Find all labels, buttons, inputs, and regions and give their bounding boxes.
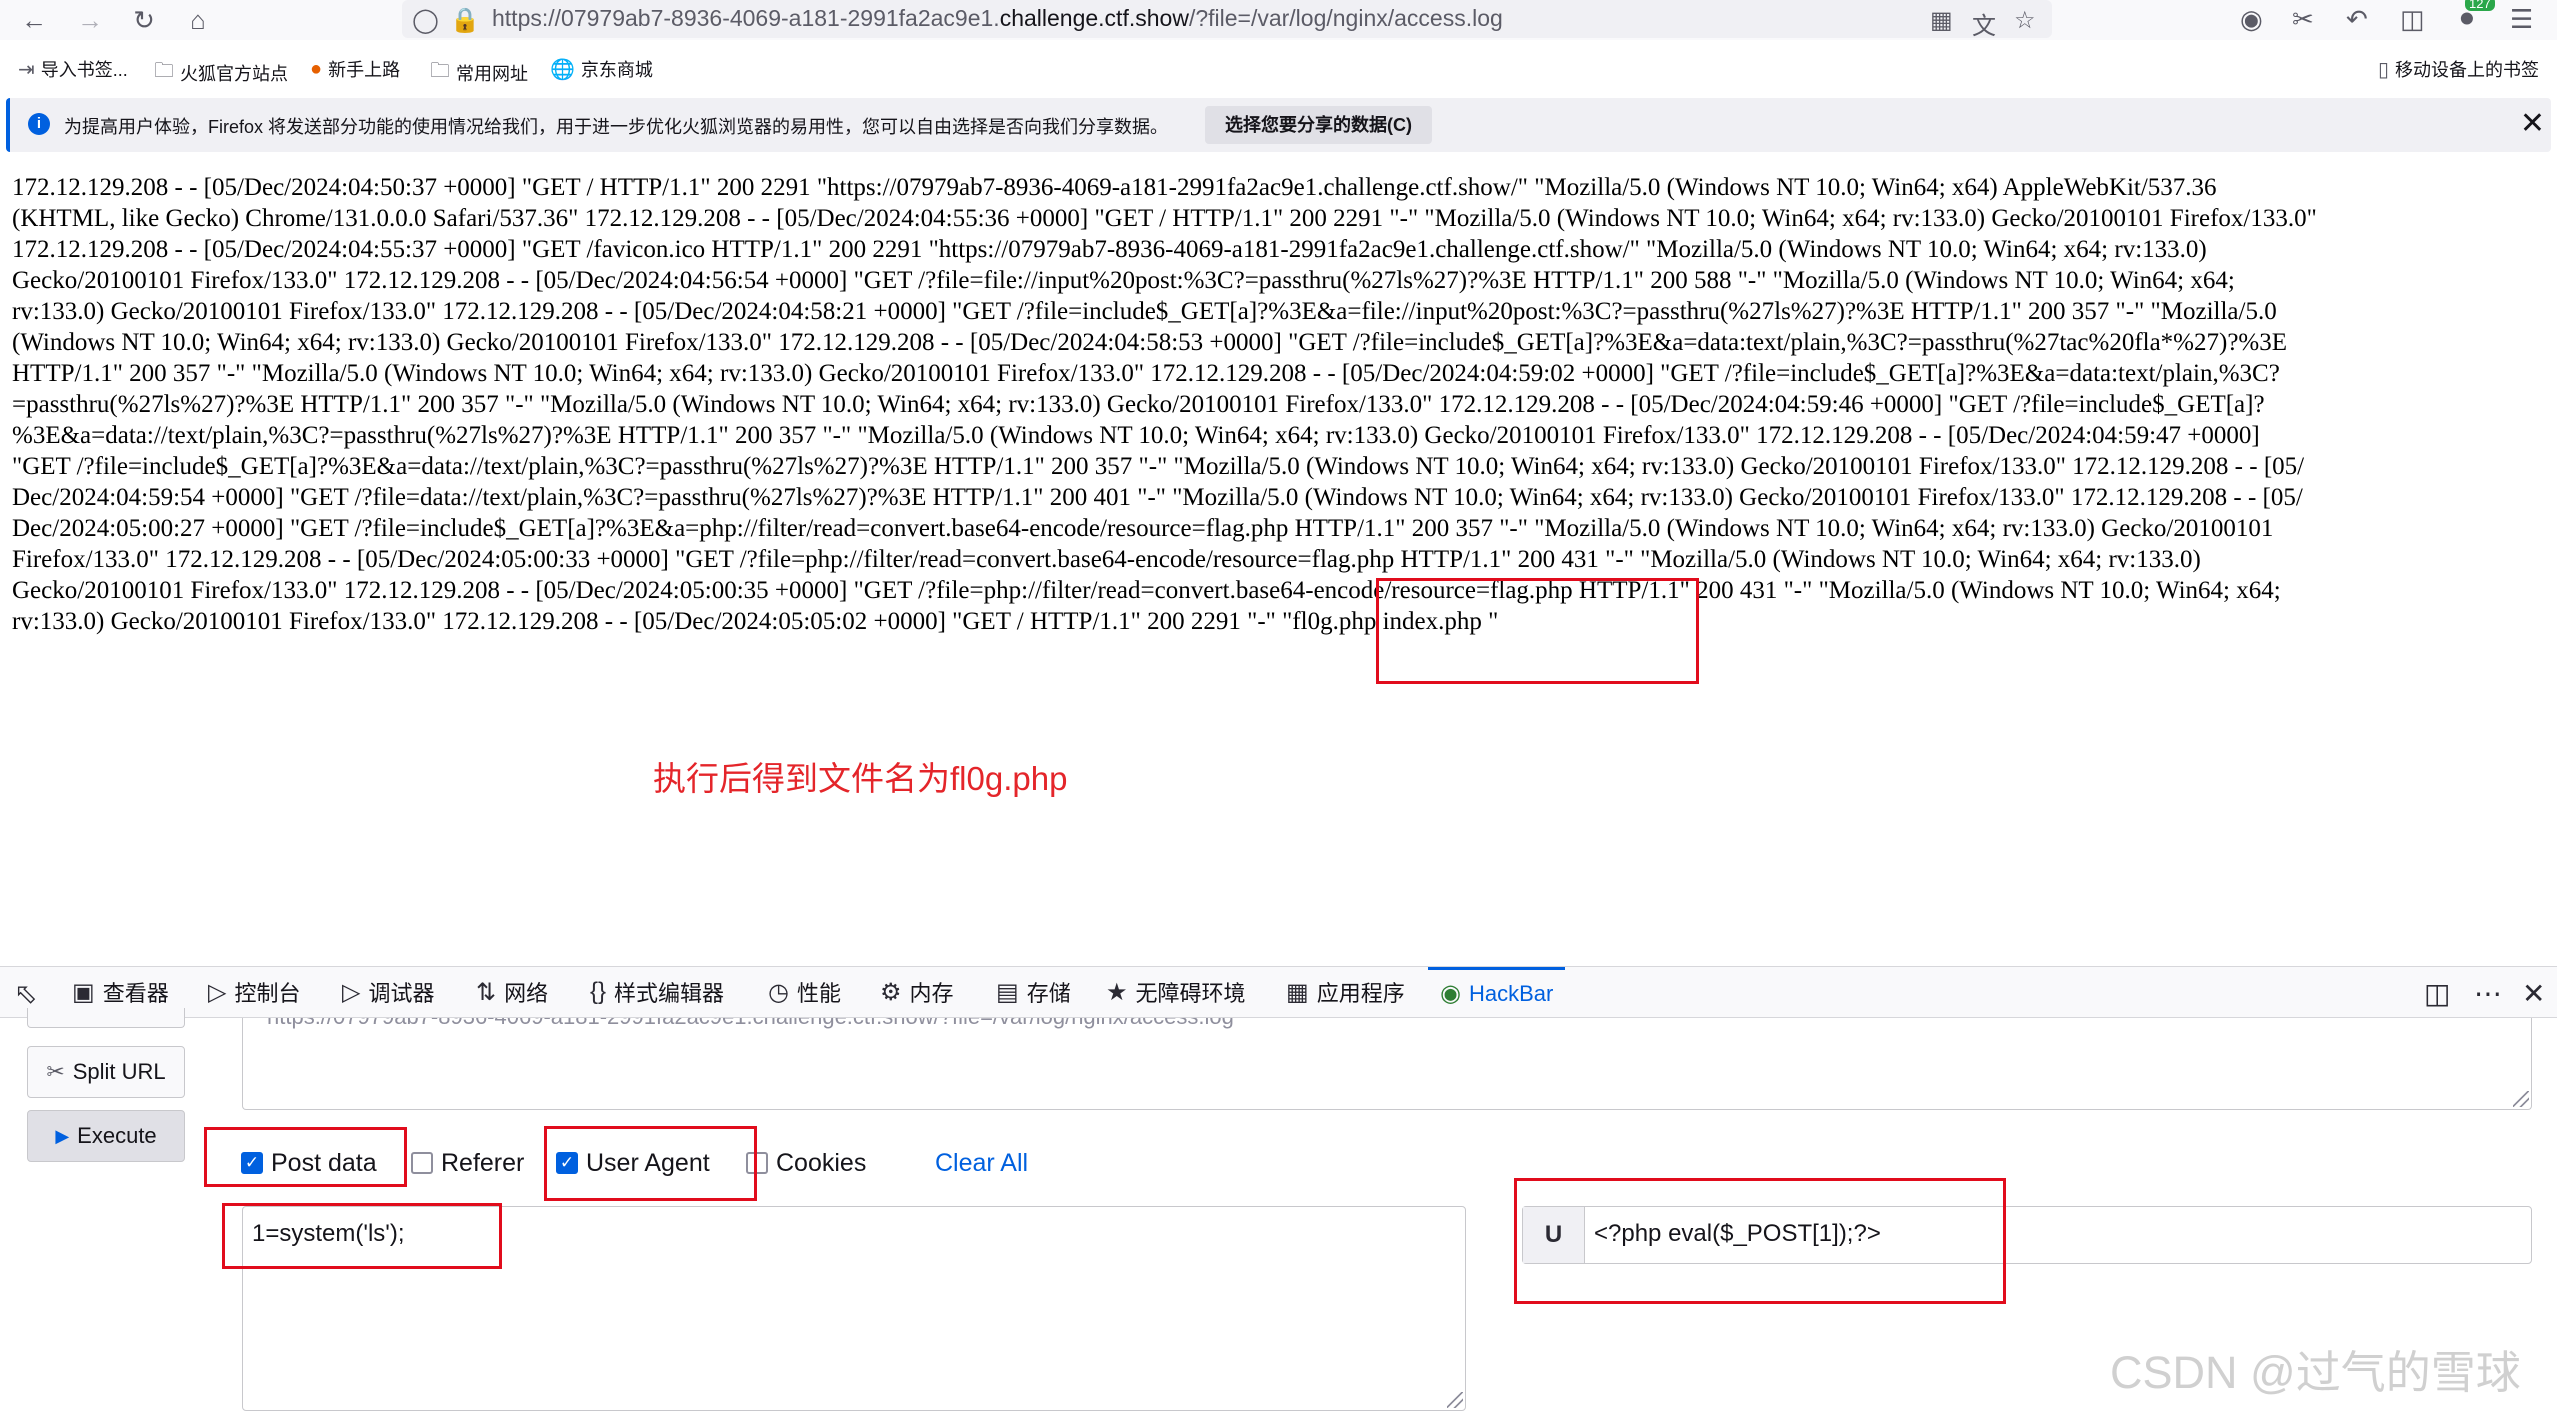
braces-icon: {} bbox=[590, 978, 607, 1005]
split-url-button[interactable]: ✂ Split URL bbox=[27, 1046, 185, 1098]
tab-storage[interactable]: ▤ 存储 bbox=[996, 967, 1071, 1017]
reload-icon[interactable]: ↻ bbox=[126, 2, 162, 38]
clear-all-link[interactable]: Clear All bbox=[935, 1146, 1028, 1180]
network-icon: ⇅ bbox=[476, 978, 497, 1006]
extension-badge: 127 bbox=[2465, 0, 2495, 11]
debugger-icon: ▷ bbox=[342, 978, 361, 1006]
mobile-icon: ▯ bbox=[2378, 58, 2390, 81]
account-icon[interactable]: ◉ bbox=[2240, 4, 2263, 35]
notification-bar: i 为提高用户体验，Firefox 将发送部分功能的使用情况给我们，用于进一步优… bbox=[6, 98, 2551, 152]
tab-performance[interactable]: ◷ 性能 bbox=[768, 967, 841, 1017]
tab-style-editor[interactable]: {} 样式编辑器 bbox=[590, 967, 724, 1017]
folder-icon: 🗀 bbox=[154, 60, 174, 82]
log-line: Firefox/133.0" 172.12.129.208 - - [05/De… bbox=[12, 546, 2201, 573]
undo-icon[interactable]: ↶ bbox=[2346, 4, 2368, 35]
log-line: HTTP/1.1" 200 357 "-" "Mozilla/5.0 (Wind… bbox=[12, 360, 2280, 387]
info-icon: i bbox=[28, 113, 50, 135]
execute-button[interactable]: ▶ Execute bbox=[27, 1110, 185, 1162]
folder-icon: 🗀 bbox=[430, 60, 450, 82]
highlight-box-post-data bbox=[204, 1127, 407, 1187]
log-line: %3E&a=data://text/plain,%3C?=passthru(%2… bbox=[12, 422, 2260, 449]
accessibility-icon: ★ bbox=[1106, 978, 1128, 1006]
checkbox-icon[interactable] bbox=[411, 1152, 433, 1174]
more-options-icon[interactable]: ⋯ bbox=[2474, 977, 2502, 1010]
url-text[interactable]: https://07979ab7-8936-4069-a181-2991fa2a… bbox=[492, 5, 1503, 32]
tab-memory[interactable]: ⚙ 内存 bbox=[880, 967, 954, 1017]
forward-arrow-icon[interactable]: → bbox=[72, 2, 108, 38]
tab-accessibility[interactable]: ★ 无障碍环境 bbox=[1106, 967, 1246, 1017]
bookmarks-bar: ⇥ 导入书签... 🗀 火狐官方站点 ● 新手上路 🗀 常用网址 🌐 京东商城 ▯ 移动设备… bbox=[0, 52, 2557, 86]
share-data-button[interactable]: 选择您要分享的数据(C) bbox=[1205, 106, 1432, 144]
tab-network[interactable]: ⇅ 网络 bbox=[476, 967, 548, 1017]
inspector-icon: ▣ bbox=[72, 978, 95, 1006]
bookmark-getting-started[interactable]: ● 新手上路 bbox=[310, 56, 400, 82]
mobile-bookmarks[interactable]: ▯ 移动设备上的书签 bbox=[2378, 56, 2539, 82]
lock-icon[interactable]: 🔒 bbox=[450, 6, 480, 35]
log-line: (KHTML, like Gecko) Chrome/131.0.0.0 Saf… bbox=[12, 205, 2317, 232]
hackbar-icon: ◉ bbox=[1440, 980, 1461, 1007]
access-log-text: 172.12.129.208 - - [05/Dec/2024:04:50:37… bbox=[12, 172, 2552, 637]
menu-icon[interactable]: ☰ bbox=[2510, 4, 2533, 35]
log-line: Dec/2024:05:00:27 +0000] "GET /?file=inc… bbox=[12, 515, 2274, 542]
log-line: 172.12.129.208 - - [05/Dec/2024:04:50:37… bbox=[12, 174, 2217, 201]
highlight-box-user-agent bbox=[544, 1126, 757, 1201]
log-line: (Windows NT 10.0; Win64; x64; rv:133.0) … bbox=[12, 329, 2288, 356]
qr-code-icon[interactable]: ▦ bbox=[1930, 6, 1953, 35]
annotation-text: 执行后得到文件名为fl0g.php bbox=[653, 760, 1068, 797]
option-referer[interactable]: Referer bbox=[411, 1146, 524, 1180]
watermark: CSDN @过气的雪球 bbox=[2110, 1347, 2521, 1398]
url-bar[interactable]: ◯ 🔒 https://07979ab7-8936-4069-a181-2991… bbox=[402, 0, 2052, 41]
resize-grip-icon[interactable] bbox=[2513, 1091, 2529, 1107]
globe-icon: 🌐 bbox=[550, 58, 575, 81]
log-line: rv:133.0) Gecko/20100101 Firefox/133.0" … bbox=[12, 298, 2277, 325]
log-line: Gecko/20100101 Firefox/133.0" 172.12.129… bbox=[12, 577, 2281, 604]
tab-hackbar[interactable]: ◉ HackBar bbox=[1428, 967, 1566, 1017]
log-line: rv:133.0) Gecko/20100101 Firefox/133.0" … bbox=[12, 608, 1499, 635]
bookmark-firefox-site[interactable]: 🗀 火狐官方站点 bbox=[154, 56, 288, 90]
log-line: Dec/2024:04:59:54 +0000] "GET /?file=dat… bbox=[12, 484, 2303, 511]
resize-grip-icon[interactable] bbox=[1447, 1392, 1463, 1408]
notification-text: 为提高用户体验，Firefox 将发送部分功能的使用情况给我们，用于进一步优化火… bbox=[64, 117, 1169, 137]
crop-icon[interactable]: ✂ bbox=[2292, 4, 2314, 35]
log-line: =passthru(%27ls%27)?%3E HTTP/1.1" 200 35… bbox=[12, 391, 2265, 418]
close-icon[interactable]: ✕ bbox=[2520, 106, 2545, 141]
memory-icon: ⚙ bbox=[880, 978, 902, 1006]
split-icon: ✂ bbox=[46, 1059, 65, 1084]
load-url-button[interactable] bbox=[27, 1008, 185, 1028]
grid-icon: ▦ bbox=[1286, 978, 1309, 1006]
translate-icon[interactable]: 文 bbox=[1972, 6, 1996, 41]
log-line: 172.12.129.208 - - [05/Dec/2024:04:55:37… bbox=[12, 236, 2207, 263]
play-icon: ▶ bbox=[55, 1125, 70, 1146]
option-cookies[interactable]: Cookies bbox=[746, 1146, 866, 1180]
tab-debugger[interactable]: ▷ 调试器 bbox=[342, 967, 434, 1017]
storage-icon: ▤ bbox=[996, 978, 1019, 1006]
shield-icon[interactable]: ◯ bbox=[412, 6, 439, 35]
back-arrow-icon[interactable]: ← bbox=[16, 2, 52, 38]
highlight-box-user-agent-value bbox=[1514, 1178, 2006, 1304]
log-line: Gecko/20100101 Firefox/133.0" 172.12.129… bbox=[12, 267, 2235, 294]
console-icon: ▷ bbox=[208, 978, 227, 1006]
dock-icon[interactable]: ◫ bbox=[2424, 977, 2450, 1010]
close-devtools-icon[interactable]: ✕ bbox=[2522, 977, 2545, 1010]
log-line: "GET /?file=include$_GET[a]?%3E&a=data:/… bbox=[12, 453, 2305, 480]
url-textarea[interactable]: https://07979ab7-8936-4069-a181-2991fa2a… bbox=[242, 1018, 2532, 1110]
performance-icon: ◷ bbox=[768, 978, 789, 1006]
import-icon: ⇥ bbox=[18, 58, 35, 81]
bookmark-star-icon[interactable]: ☆ bbox=[2014, 6, 2036, 35]
bookmark-common-sites[interactable]: 🗀 常用网址 bbox=[430, 56, 528, 90]
home-icon[interactable]: ⌂ bbox=[180, 2, 216, 38]
highlight-box-filenames bbox=[1376, 578, 1699, 684]
browser-toolbar: ← → ↻ ⌂ ◯ 🔒 https://07979ab7-8936-4069-a… bbox=[0, 0, 2557, 40]
element-picker-icon[interactable]: ⬁ bbox=[14, 977, 37, 1010]
extensions-icon[interactable]: ◫ bbox=[2400, 4, 2425, 35]
tab-application[interactable]: ▦ 应用程序 bbox=[1286, 967, 1405, 1017]
devtools-toolbar: ⬁ ▣ 查看器 ▷ 控制台 ▷ 调试器 ⇅ 网络 {} 样式编辑器 ◷ 性能 ⚙ 内存 ▤ 存储… bbox=[0, 966, 2557, 1018]
bookmark-import[interactable]: ⇥ 导入书签... bbox=[18, 56, 128, 82]
highlight-box-post-value bbox=[222, 1203, 502, 1269]
tab-console[interactable]: ▷ 控制台 bbox=[208, 967, 300, 1017]
bookmark-jd[interactable]: 🌐 京东商城 bbox=[550, 56, 653, 82]
firefox-icon: ● bbox=[310, 57, 323, 80]
